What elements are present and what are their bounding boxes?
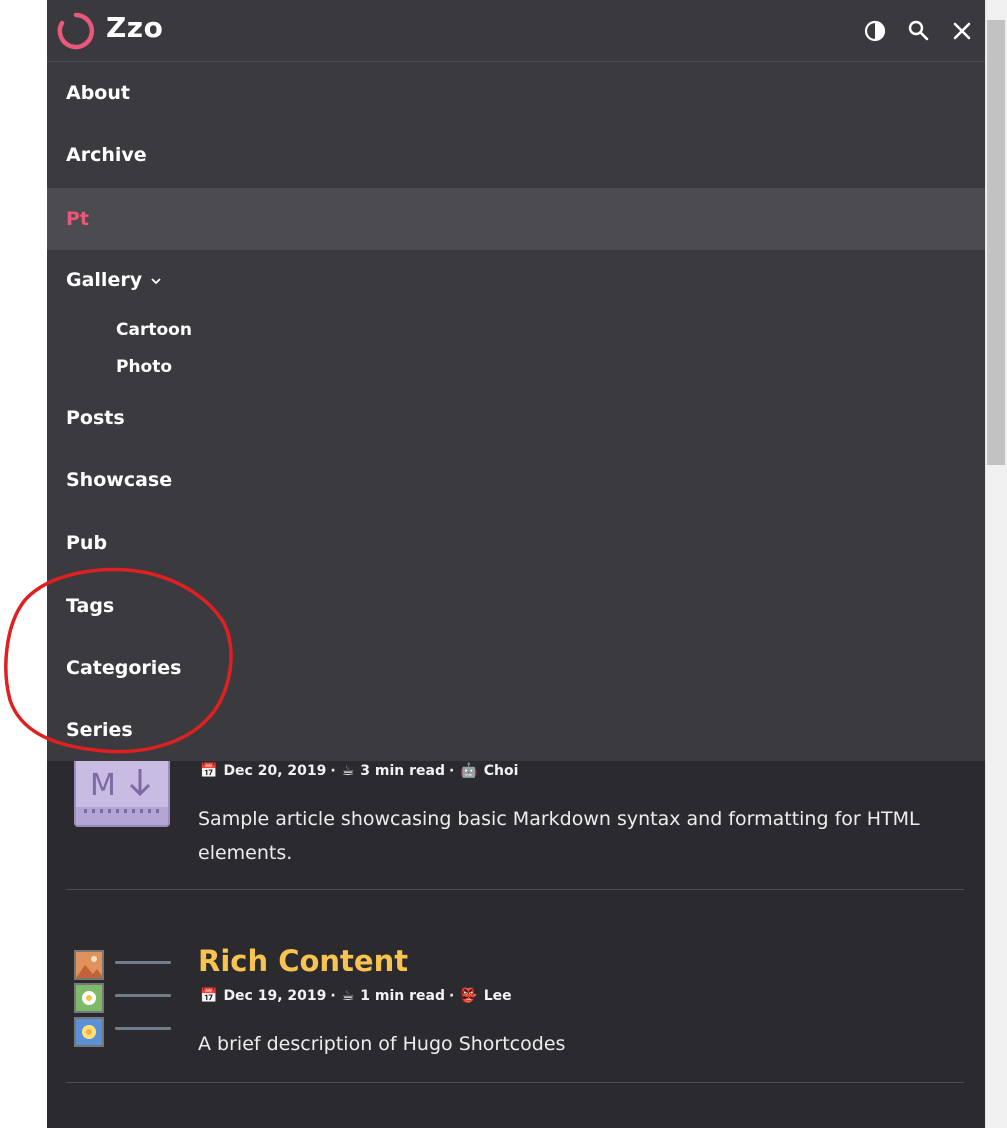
thumb-line [115, 1027, 171, 1030]
coffee-icon: ☕ [341, 988, 355, 1004]
menu-item-showcase[interactable]: Showcase [47, 449, 985, 511]
menu-item-pub[interactable]: Pub [47, 512, 985, 574]
post-date: Dec 20, 2019 [223, 763, 327, 779]
calendar-icon: 📅 [200, 988, 218, 1004]
nav-menu: About Archive Pt Gallery Cartoon Photo P… [47, 62, 985, 761]
submenu-item-photo[interactable]: Photo [116, 357, 172, 377]
post-meta: 📅 Dec 20, 2019 · ☕ 3 min read · 🤖 Choi [200, 763, 519, 779]
menu-item-label: Categories [66, 657, 182, 679]
menu-item-label: Posts [66, 407, 125, 429]
svg-text:M: M [90, 768, 116, 803]
post-read-time: 3 min read [360, 763, 445, 779]
menu-item-pt[interactable]: Pt [47, 188, 985, 250]
post-author[interactable]: Lee [484, 988, 512, 1004]
submenu-item-cartoon[interactable]: Cartoon [116, 320, 192, 340]
image-icon [74, 950, 104, 980]
post-title[interactable]: Rich Content [198, 944, 408, 978]
menu-item-label: Archive [66, 144, 147, 166]
menu-item-label: Gallery [66, 269, 143, 291]
post-list: M 📅 Dec 20, 2019 · ☕ 3 min read · 🤖 Choi [47, 755, 985, 1128]
menu-item-label: Showcase [66, 469, 173, 491]
post-description: A brief description of Hugo Shortcodes [198, 1033, 566, 1055]
scrollbar[interactable] [985, 0, 1007, 1128]
post-date: Dec 19, 2019 [223, 988, 327, 1004]
flower-icon [74, 983, 104, 1013]
menu-item-label: Tags [66, 595, 115, 617]
site-logo[interactable]: Zzo [106, 11, 163, 44]
sun-icon [74, 1017, 104, 1047]
close-icon[interactable] [949, 18, 975, 44]
scrollbar-thumb[interactable] [987, 20, 1005, 465]
thumb-line [115, 994, 171, 997]
search-icon[interactable] [905, 17, 931, 43]
divider [66, 1082, 964, 1083]
menu-item-series[interactable]: Series [47, 699, 985, 761]
author-avatar-icon: 🤖 [460, 763, 478, 779]
post-author[interactable]: Choi [484, 763, 519, 779]
menu-item-label: About [66, 82, 130, 104]
calendar-icon: 📅 [200, 763, 218, 779]
theme-toggle-icon[interactable] [862, 18, 888, 44]
app-window: M 📅 Dec 20, 2019 · ☕ 3 min read · 🤖 Choi [47, 0, 985, 1128]
top-bar: Zzo [47, 0, 985, 62]
post-read-time: 1 min read [360, 988, 445, 1004]
menu-item-gallery[interactable]: Gallery [47, 249, 985, 311]
markdown-thumbnail[interactable]: M [74, 755, 170, 827]
author-avatar-icon: 👺 [460, 988, 478, 1004]
menu-item-archive[interactable]: Archive [47, 124, 985, 186]
menu-item-label: Pub [66, 532, 108, 554]
divider [66, 889, 964, 890]
logo-icon[interactable] [57, 12, 95, 50]
coffee-icon: ☕ [341, 763, 355, 779]
menu-item-about[interactable]: About [47, 62, 985, 124]
menu-item-tags[interactable]: Tags [47, 575, 985, 637]
menu-item-categories[interactable]: Categories [47, 637, 985, 699]
menu-item-label: Pt [66, 208, 90, 230]
menu-item-posts[interactable]: Posts [47, 387, 985, 449]
post-meta: 📅 Dec 19, 2019 · ☕ 1 min read · 👺 Lee [200, 988, 512, 1004]
post-description: Sample article showcasing basic Markdown… [198, 808, 920, 864]
thumb-line [115, 961, 171, 964]
menu-item-label: Series [66, 719, 133, 741]
chevron-down-icon[interactable] [150, 269, 162, 291]
